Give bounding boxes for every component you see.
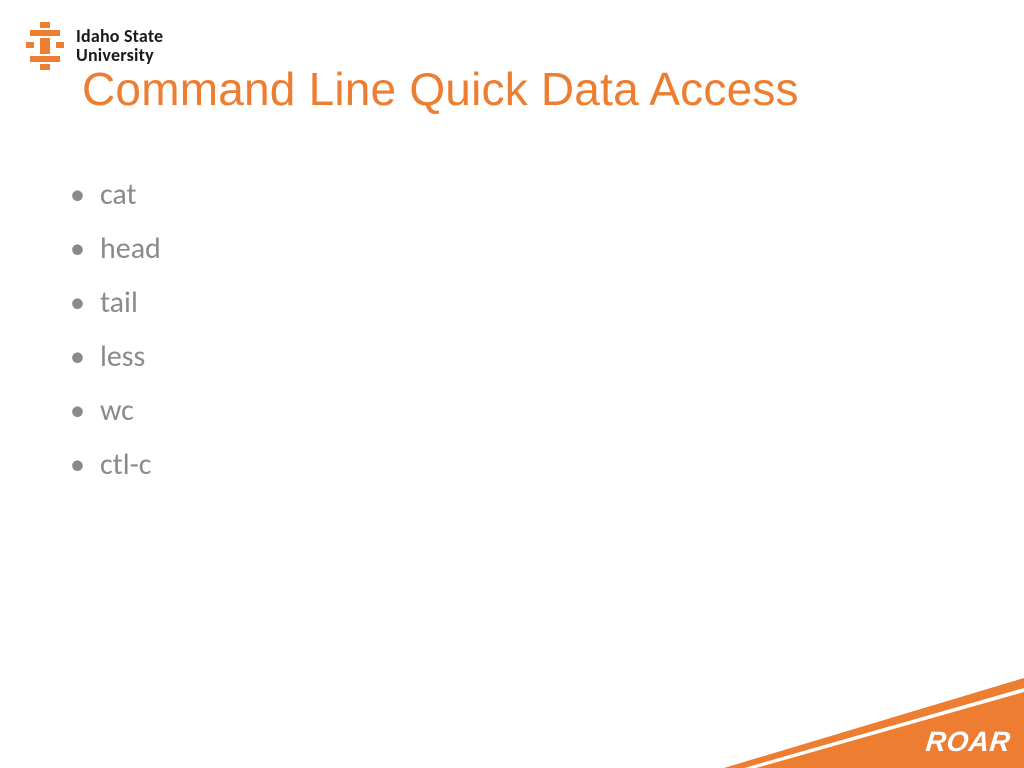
- list-item: cat: [70, 180, 161, 210]
- list-item: tail: [70, 288, 161, 318]
- list-item: less: [70, 342, 161, 372]
- footer-wedge: ROAR: [724, 678, 1024, 768]
- list-item: wc: [70, 396, 161, 426]
- isu-logo-icon: [26, 22, 64, 70]
- list-item: ctl-c: [70, 450, 161, 480]
- list-item: head: [70, 234, 161, 264]
- bullet-list: cat head tail less wc ctl-c: [70, 180, 161, 504]
- slide-title: Command Line Quick Data Access: [82, 62, 799, 116]
- slide: Idaho State University Command Line Quic…: [0, 0, 1024, 768]
- roar-label: ROAR: [924, 726, 1012, 758]
- brand-wordmark: Idaho State University: [76, 27, 163, 65]
